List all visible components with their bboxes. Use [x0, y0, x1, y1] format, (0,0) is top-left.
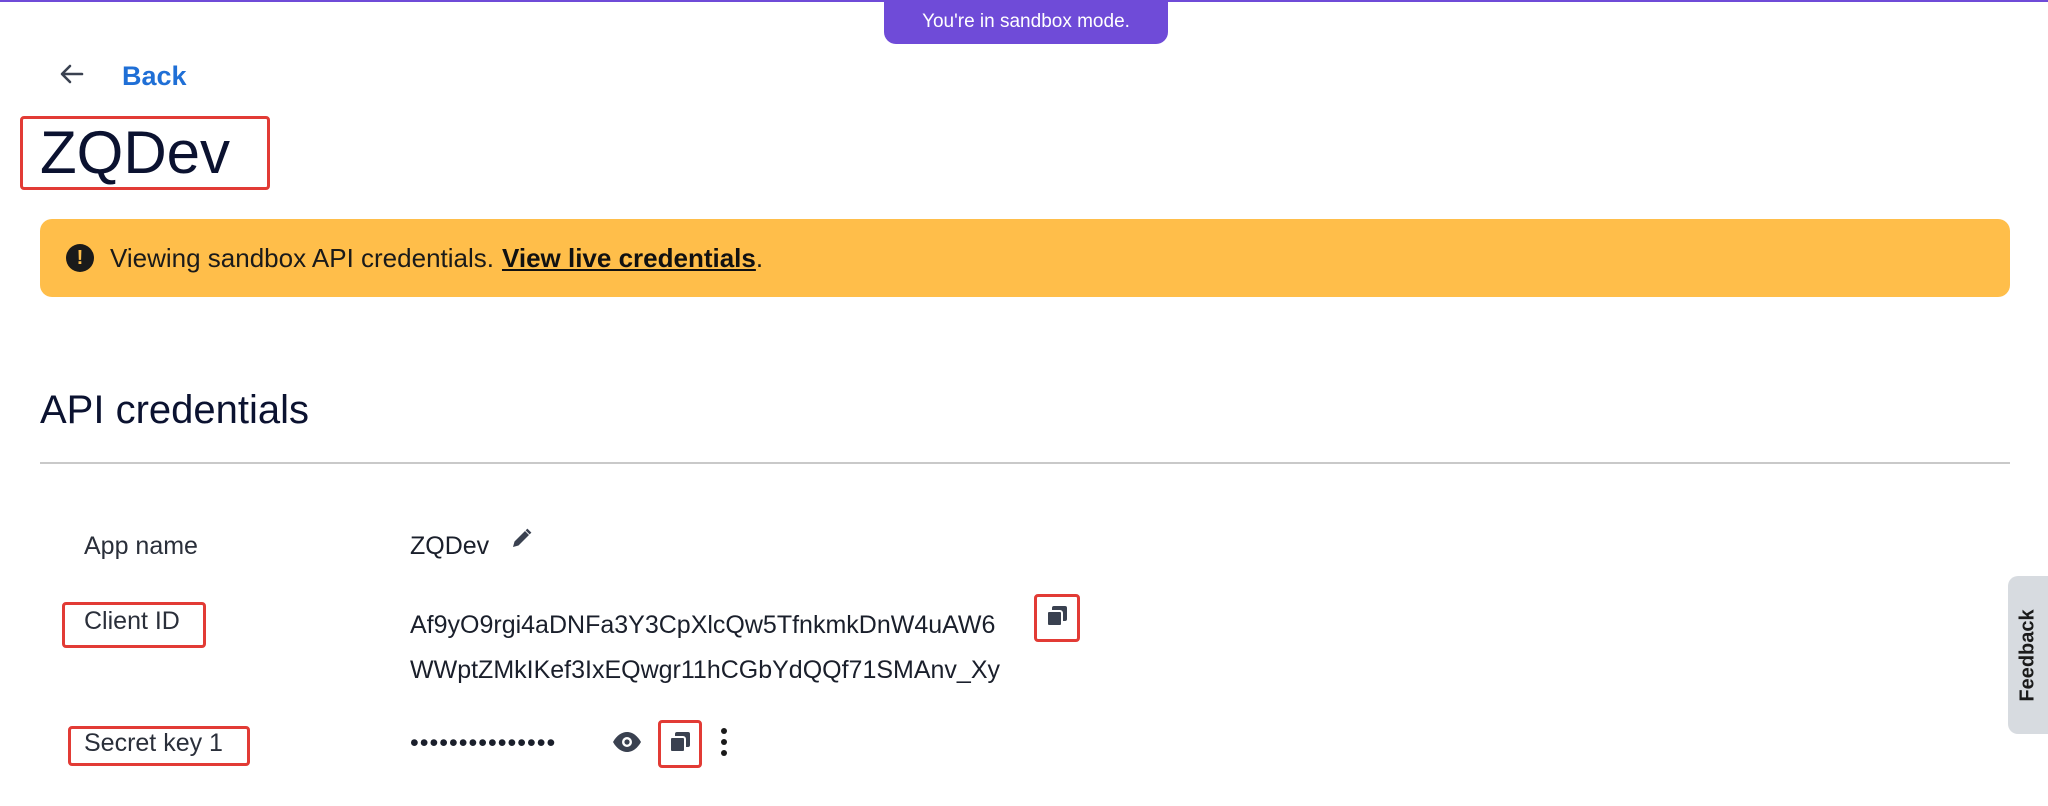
pencil-icon [508, 526, 534, 557]
app-name-label: App name [84, 532, 198, 560]
secret-key-more-button[interactable] [712, 726, 736, 762]
arrow-left-icon [56, 58, 88, 95]
show-secret-key-button[interactable] [608, 728, 646, 760]
eye-icon [611, 730, 643, 759]
client-id-label: Client ID [84, 607, 180, 635]
client-id-value-line1: Af9yO9rgi4aDNFa3Y3CpXlcQw5TfnkmkDnW4uAW6 [410, 611, 996, 639]
back-link[interactable]: Back [56, 58, 187, 95]
page-title: ZQDev [40, 119, 231, 186]
feedback-label: Feedback [2016, 608, 2039, 702]
app-name-value: ZQDev [410, 532, 490, 560]
more-vertical-icon [720, 727, 728, 762]
app-detail-page: You're in sandbox mode. Back ZQDev ! Vie… [0, 0, 2048, 806]
notice-suffix: . [755, 242, 764, 273]
sandbox-mode-badge: You're in sandbox mode. [884, 0, 1168, 44]
back-link-label: Back [122, 61, 187, 91]
feedback-tab[interactable]: Feedback [2008, 576, 2048, 734]
copy-icon [1044, 603, 1070, 634]
secret-key-masked-value: ••••••••••••••• [410, 729, 557, 757]
view-live-credentials-link[interactable]: View live credentials [502, 243, 756, 274]
client-id-value-line2: WWptZMkIKef3IxEQwgr11hCGbYdQQf71SMAnv_Xy [410, 656, 1001, 684]
copy-client-id-button[interactable] [1040, 600, 1074, 636]
notice-text: Viewing sandbox API credentials. [110, 242, 494, 273]
api-credentials-heading: API credentials [40, 388, 310, 432]
copy-icon [667, 729, 693, 760]
secret-key-label: Secret key 1 [84, 729, 223, 757]
edit-app-name-button[interactable] [506, 526, 536, 556]
copy-secret-key-button[interactable] [664, 726, 696, 762]
section-divider [40, 462, 2010, 464]
sandbox-credentials-notice: ! Viewing sandbox API credentials. View … [40, 219, 2010, 297]
exclamation-circle-icon: ! [66, 244, 94, 272]
